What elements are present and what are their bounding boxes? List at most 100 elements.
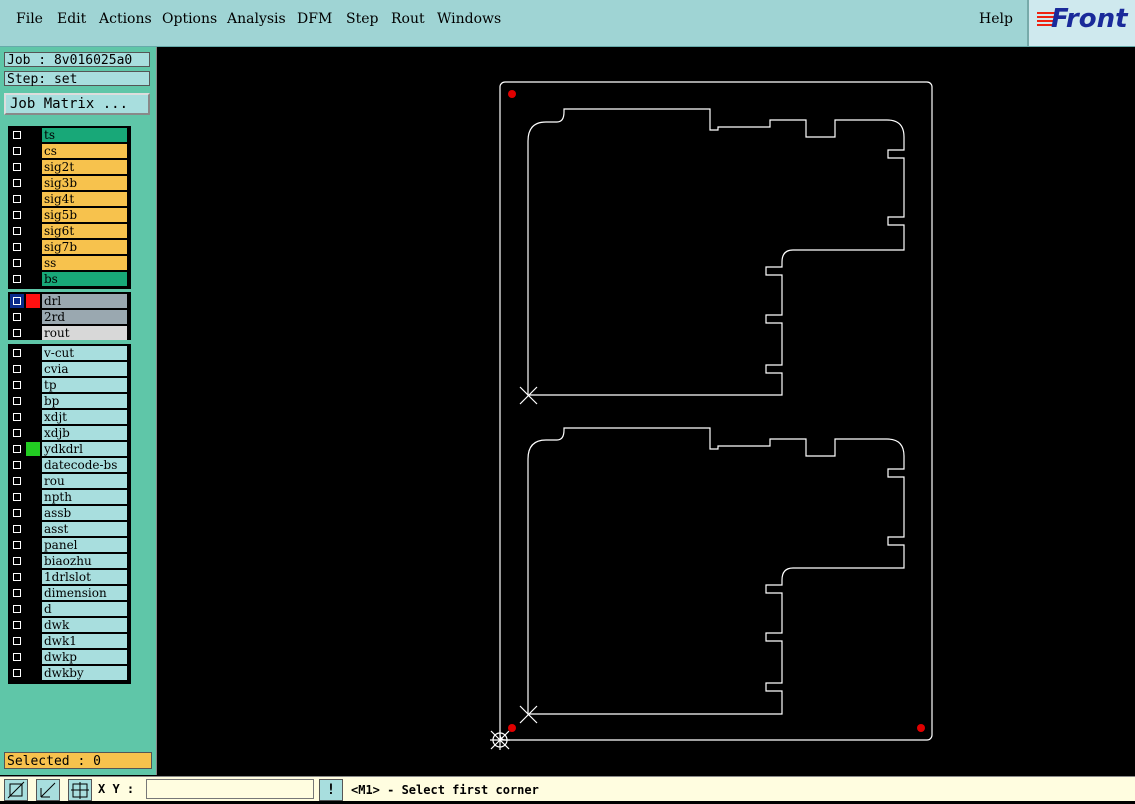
graphic-canvas[interactable] [157,47,1135,775]
layer-affected-marker[interactable] [26,618,40,632]
layer-name[interactable]: asst [42,522,127,536]
layer-checkbox[interactable] [10,666,24,680]
layer-name[interactable]: v-cut [42,346,127,360]
layer-name[interactable]: cvia [42,362,127,376]
layer-row-npth[interactable]: npth [8,490,127,504]
menu-file[interactable]: File [16,11,43,27]
layer-name[interactable]: assb [42,506,127,520]
layer-affected-marker[interactable] [26,310,40,324]
xy-input[interactable] [146,779,314,799]
layer-affected-marker[interactable] [26,602,40,616]
layer-checkbox[interactable] [10,144,24,158]
layer-name[interactable]: sig4t [42,192,127,206]
layer-row-dwk[interactable]: dwk [8,618,127,632]
layer-row-ydkdrl[interactable]: ydkdrl [8,442,127,456]
layer-checkbox[interactable] [10,538,24,552]
layer-name[interactable]: panel [42,538,127,552]
snap-grid-button[interactable] [68,779,92,801]
layer-name[interactable]: ydkdrl [42,442,127,456]
layer-affected-marker[interactable] [26,378,40,392]
layer-checkbox[interactable] [10,618,24,632]
layer-name[interactable]: dwk [42,618,127,632]
layer-row-sig6t[interactable]: sig6t [8,224,127,238]
layer-affected-marker[interactable] [26,522,40,536]
zoom-box-button[interactable] [4,779,28,801]
layer-checkbox[interactable] [10,160,24,174]
layer-name[interactable]: datecode-bs [42,458,127,472]
layer-affected-marker[interactable] [26,224,40,238]
layer-checkbox[interactable] [10,602,24,616]
layer-checkbox[interactable] [10,570,24,584]
layer-checkbox[interactable] [10,240,24,254]
layer-affected-marker[interactable] [26,634,40,648]
menu-edit[interactable]: Edit [57,11,86,27]
layer-row-dwkp[interactable]: dwkp [8,650,127,664]
layer-checkbox[interactable] [10,474,24,488]
layer-row-2rd[interactable]: 2rd [8,310,127,324]
layer-row-dimension[interactable]: dimension [8,586,127,600]
layer-affected-marker[interactable] [26,326,40,340]
layer-row-bs[interactable]: bs [8,272,127,286]
layer-affected-marker[interactable] [26,256,40,270]
layer-checkbox[interactable] [10,346,24,360]
layer-affected-marker[interactable] [26,128,40,142]
menu-actions[interactable]: Actions [99,11,152,27]
layer-row-assb[interactable]: assb [8,506,127,520]
layer-affected-marker[interactable] [26,426,40,440]
layer-name[interactable]: sig7b [42,240,127,254]
layer-row-1drlslot[interactable]: 1drlslot [8,570,127,584]
layer-checkbox[interactable] [10,554,24,568]
layer-name[interactable]: dwkby [42,666,127,680]
layer-name[interactable]: dimension [42,586,127,600]
layer-row-ss[interactable]: ss [8,256,127,270]
layer-name[interactable]: dwk1 [42,634,127,648]
layer-name[interactable]: sig5b [42,208,127,222]
menu-options[interactable]: Options [162,11,217,27]
layer-checkbox[interactable] [10,224,24,238]
menu-step[interactable]: Step [346,11,378,27]
layer-affected-marker[interactable] [26,650,40,664]
layer-checkbox[interactable] [10,378,24,392]
layer-checkbox[interactable] [10,522,24,536]
layer-checkbox[interactable] [10,362,24,376]
layer-name[interactable]: 2rd [42,310,127,324]
layer-name[interactable]: xdjb [42,426,127,440]
layer-affected-marker[interactable] [26,506,40,520]
layer-checkbox[interactable] [10,650,24,664]
layer-row-d[interactable]: d [8,602,127,616]
layer-affected-marker[interactable] [26,442,40,456]
layer-checkbox[interactable] [10,490,24,504]
layer-row-cvia[interactable]: cvia [8,362,127,376]
layer-name[interactable]: drl [42,294,127,308]
layer-row-sig5b[interactable]: sig5b [8,208,127,222]
layer-row-v-cut[interactable]: v-cut [8,346,127,360]
layer-affected-marker[interactable] [26,362,40,376]
layer-row-rout[interactable]: rout [8,326,127,340]
layer-affected-marker[interactable] [26,586,40,600]
layer-affected-marker[interactable] [26,240,40,254]
layer-name[interactable]: npth [42,490,127,504]
layer-row-asst[interactable]: asst [8,522,127,536]
layer-checkbox[interactable] [10,426,24,440]
layer-row-xdjb[interactable]: xdjb [8,426,127,440]
layer-row-sig7b[interactable]: sig7b [8,240,127,254]
layer-checkbox[interactable] [10,256,24,270]
layer-row-dwkby[interactable]: dwkby [8,666,127,680]
layer-checkbox[interactable] [10,458,24,472]
layer-checkbox[interactable] [10,208,24,222]
layer-checkbox[interactable] [10,176,24,190]
menu-windows[interactable]: Windows [437,11,501,27]
layer-name[interactable]: bp [42,394,127,408]
layer-name[interactable]: rou [42,474,127,488]
layer-affected-marker[interactable] [26,538,40,552]
menu-dfm[interactable]: DFM [297,11,332,27]
layer-affected-marker[interactable] [26,570,40,584]
layer-name[interactable]: rout [42,326,127,340]
layer-affected-marker[interactable] [26,144,40,158]
menu-help[interactable]: Help [979,11,1013,27]
layer-row-tp[interactable]: tp [8,378,127,392]
layer-affected-marker[interactable] [26,490,40,504]
layer-name[interactable]: sig6t [42,224,127,238]
job-matrix-button[interactable]: Job Matrix ... [4,93,150,115]
layer-name[interactable]: d [42,602,127,616]
